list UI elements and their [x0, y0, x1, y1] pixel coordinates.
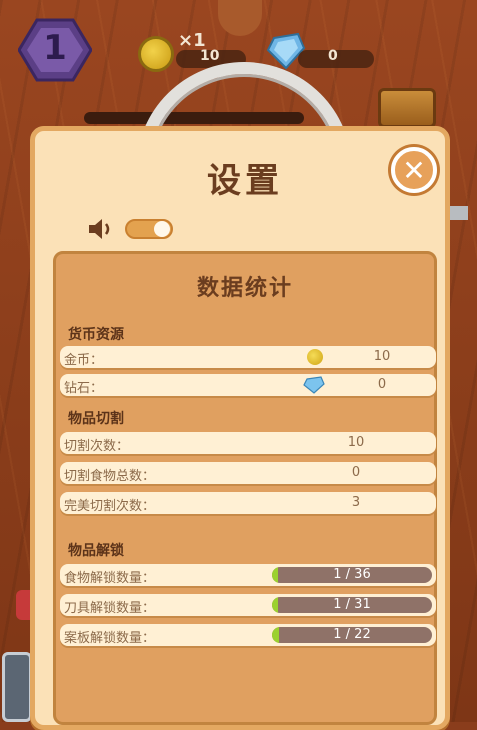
perfect-cut-label: 完美切割次数：: [64, 499, 156, 514]
gold-label: 金币：: [64, 353, 104, 368]
stat-row-food-unlock: 食物解锁数量： 1 / 36: [60, 564, 436, 586]
food-cut-value: 0: [351, 465, 361, 480]
stat-row-diamond: 钻石： 0: [60, 374, 436, 396]
board-unlock-label: 案板解锁数量：: [64, 631, 156, 646]
coin-icon: [307, 349, 323, 365]
gem-count: 0: [328, 48, 338, 64]
diamond-icon: [303, 376, 325, 394]
stat-row-food-cut: 切割食物总数： 0: [60, 462, 436, 484]
close-button[interactable]: ✕: [391, 147, 437, 193]
food-cut-label: 切割食物总数：: [64, 469, 156, 484]
diamond-value: 0: [377, 377, 387, 392]
speaker-icon: [89, 219, 110, 239]
stat-row-board-unlock: 案板解锁数量： 1 / 22: [60, 624, 436, 646]
perfect-cut-value: 3: [351, 495, 361, 510]
side-button[interactable]: [2, 652, 32, 722]
level-badge: 1: [17, 18, 93, 82]
section-cutting: 物品切割: [68, 411, 124, 427]
board-unlock-progress: 1 / 22: [272, 627, 432, 643]
knife-unlock-progress: 1 / 31: [272, 597, 432, 613]
section-unlock: 物品解锁: [68, 543, 124, 559]
knife-unlock-label: 刀具解锁数量：: [64, 601, 156, 616]
cut-count-label: 切割次数：: [64, 439, 130, 454]
treasure-chest-icon[interactable]: [378, 88, 436, 128]
sound-toggle[interactable]: [125, 219, 173, 239]
section-currency: 货币资源: [68, 327, 124, 343]
food-unlock-label: 食物解锁数量：: [64, 571, 156, 586]
food-unlock-progress: 1 / 36: [272, 567, 432, 583]
toggle-knob: [154, 221, 170, 237]
coin-icon: [138, 36, 174, 72]
level-number: 1: [43, 28, 67, 68]
close-icon: ✕: [402, 154, 426, 187]
stat-row-knife-unlock: 刀具解锁数量： 1 / 31: [60, 594, 436, 616]
stat-row-gold: 金币： 10: [60, 346, 436, 368]
coin-count: 10: [200, 48, 220, 64]
stats-panel: 数据统计 货币资源 金币： 10 钻石： 0 物品切割 切割次数： 10 切割食…: [53, 251, 437, 725]
stats-title: 数据统计: [196, 276, 293, 301]
cut-count-value: 10: [347, 435, 365, 450]
stat-row-cut-count: 切割次数： 10: [60, 432, 436, 454]
food-unlock-text: 1 / 36: [333, 567, 371, 582]
gold-value: 10: [373, 349, 391, 364]
stat-row-perfect-cut: 完美切割次数： 3: [60, 492, 436, 514]
knife-unlock-text: 1 / 31: [333, 597, 371, 612]
settings-panel: 设置 ✕ 数据统计 货币资源 金币： 10 钻石： 0 物品切割 切割次数： 1…: [30, 126, 450, 730]
diamond-label: 钻石：: [64, 381, 104, 396]
board-unlock-text: 1 / 22: [333, 627, 371, 642]
